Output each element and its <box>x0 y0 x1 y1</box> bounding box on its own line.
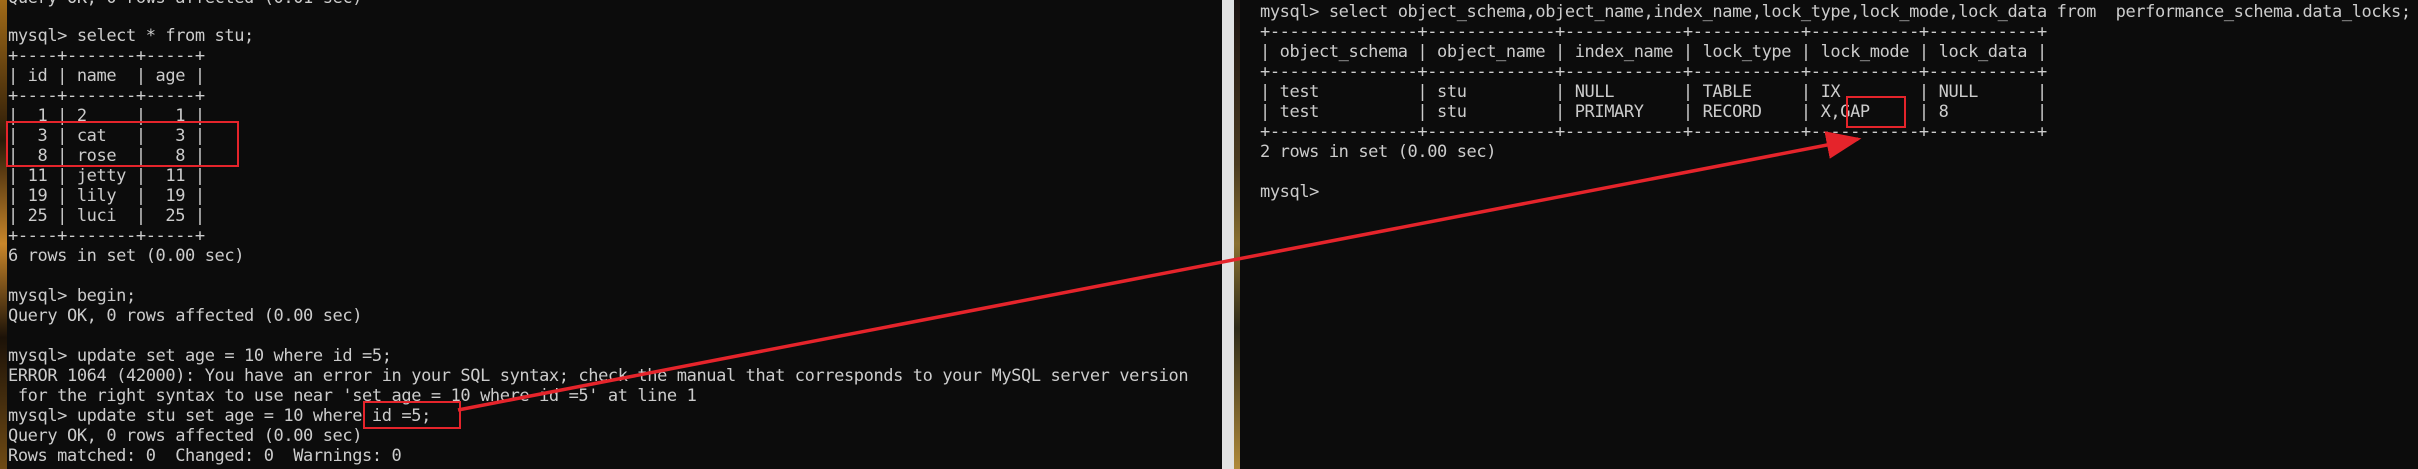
arrow-line <box>457 131 1862 412</box>
annotation-arrows <box>457 131 1862 412</box>
